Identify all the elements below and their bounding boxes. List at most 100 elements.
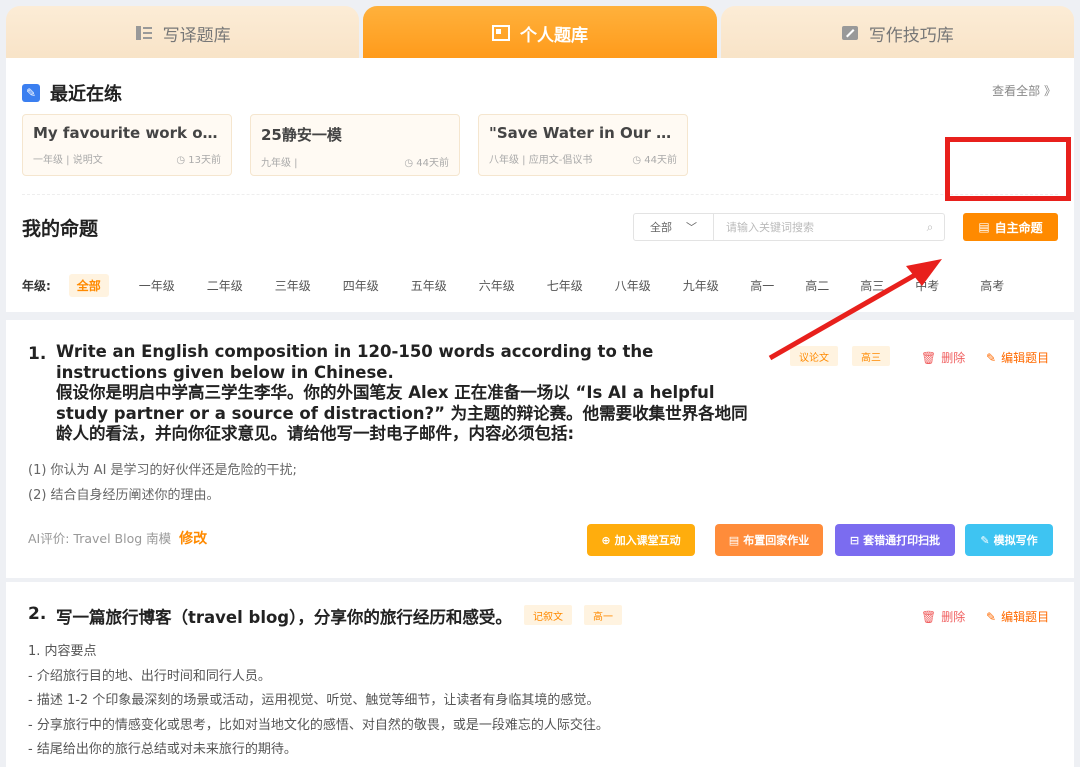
grade-6[interactable]: 六年级 [463, 274, 531, 297]
self-create-button[interactable]: ▤ 自主命题 [963, 213, 1058, 241]
btn-label: 套错通打印扫批 [863, 534, 941, 547]
question-number: 1. [28, 344, 47, 364]
clock-icon: ◷ [176, 155, 189, 166]
grade-senior-2[interactable]: 高二 [790, 274, 845, 297]
card-meta: 八年级 | 应用文-倡议书 [489, 155, 593, 166]
grade-2[interactable]: 二年级 [191, 274, 259, 297]
grade-label: 年级: [22, 279, 51, 293]
genre-tag: 记叙文 [524, 605, 572, 625]
genre-tag: 议论文 [790, 346, 838, 366]
question-title: 写一篇旅行博客（travel blog），分享你的旅行经历和感受。 [56, 608, 512, 627]
search-bar: 全部 ﹀ 请输入关键词搜索 ⌕ [633, 213, 945, 241]
requirement-line: 1. 内容要点 [28, 644, 97, 659]
tab-skills-bank[interactable]: 写作技巧库 [720, 6, 1074, 60]
delete-button[interactable]: 🗑 删除 [921, 349, 965, 366]
card-meta: 九年级 | [261, 158, 298, 169]
pencil-card-icon [841, 26, 858, 40]
view-all-link[interactable]: 查看全部 》 [992, 82, 1056, 99]
recent-card[interactable]: 25静安一模 九年级 | ◷ 44天前 [250, 114, 460, 176]
question-requirements: 1. 内容要点 - 介绍旅行目的地、出行时间和同行人员。 - 描述 1-2 个印… [28, 640, 609, 763]
ai-eval-label: AI评价: Travel Blog 南模 [28, 531, 172, 546]
edit-icon: ✎ [986, 609, 997, 624]
pen-icon: ✎ [22, 84, 40, 102]
question-number: 2. [28, 604, 47, 624]
grade-9[interactable]: 九年级 [667, 274, 735, 297]
trash-icon: 🗑 [921, 350, 937, 365]
grade-senior-3[interactable]: 高三 [845, 274, 900, 297]
tab-label: 写作技巧库 [868, 25, 954, 46]
recent-title: 最近在练 [50, 84, 122, 105]
add-to-class-button[interactable]: ⊕ 加入课堂互动 [587, 524, 695, 556]
grade-tag: 高一 [584, 605, 622, 625]
divider [22, 194, 1058, 195]
tab-label: 个人题库 [519, 25, 588, 46]
requirement-line: (1) 你认为 AI 是学习的好伙伴还是危险的干扰; [28, 463, 297, 478]
delete-button[interactable]: 🗑 删除 [921, 608, 965, 625]
document-icon: ▤ [978, 220, 990, 234]
recent-card[interactable]: My favourite work of ... 一年级 | 说明文 ◷ 13天前 [22, 114, 232, 176]
question-text-cn: 假设你是明启中学高三学生李华。你的外国笔友 Alex 正在准备一场以 “Is A… [56, 383, 748, 443]
edit-question-button[interactable]: ✎ 编辑题目 [986, 608, 1049, 625]
delete-label: 删除 [941, 610, 966, 624]
edit-icon: ✎ [986, 350, 997, 365]
grade-all[interactable]: 全部 [68, 274, 109, 297]
annotation-highlight-box [945, 137, 1071, 201]
recent-card[interactable]: "Save Water in Our C... 八年级 | 应用文-倡议书 ◷ 4… [478, 114, 688, 176]
grade-zhongkao[interactable]: 中考 [900, 274, 955, 297]
ai-fix-link[interactable]: 修改 [179, 528, 207, 548]
tab-label: 写译题库 [162, 25, 231, 46]
my-topics-title: 我的命题 [22, 218, 99, 240]
grade-5[interactable]: 五年级 [395, 274, 463, 297]
filter-value: 全部 [650, 221, 672, 234]
edit-question-button[interactable]: ✎ 编辑题目 [986, 349, 1049, 366]
requirement-line: - 分享旅行中的情感变化或思考，比如对当地文化的感悟、对自然的敬畏，或是一段难忘… [28, 717, 609, 733]
requirement-line: (2) 结合自身经历阐述你的理由。 [28, 488, 220, 503]
grade-senior-1[interactable]: 高一 [735, 274, 790, 297]
grade-3[interactable]: 三年级 [259, 274, 327, 297]
tab-writing-bank[interactable]: 写译题库 [6, 6, 360, 60]
grade-1[interactable]: 一年级 [123, 274, 191, 297]
tab-personal-bank[interactable]: 个人题库 [363, 6, 717, 60]
question-text: Write an English composition in 120-150 … [56, 342, 762, 445]
requirement-line: - 结尾给出你的旅行总结或对未来旅行的期待。 [28, 742, 297, 757]
recent-header: ✎ 最近在练 [22, 80, 122, 106]
scan-icon: ⊟ [849, 533, 860, 547]
delete-label: 删除 [941, 351, 966, 365]
chevron-down-icon: ﹀ [686, 221, 697, 234]
print-scan-button[interactable]: ⊟ 套错通打印扫批 [835, 524, 955, 556]
grade-8[interactable]: 八年级 [599, 274, 667, 297]
card-meta: 一年级 | 说明文 [33, 155, 103, 166]
ai-evaluation: AI评价: Travel Blog 南模 修改 [28, 528, 207, 548]
book-list-icon [135, 26, 152, 40]
card-title: My favourite work of ... [33, 124, 221, 142]
btn-label: 加入课堂互动 [614, 534, 681, 547]
question-text-en: Write an English composition in 120-150 … [56, 342, 654, 382]
grade-4[interactable]: 四年级 [327, 274, 395, 297]
clock-icon: ◷ [404, 158, 417, 169]
grade-7[interactable]: 七年级 [531, 274, 599, 297]
type-filter-select[interactable]: 全部 ﹀ [634, 214, 714, 240]
card-title: 25静安一模 [261, 126, 342, 144]
grade-gaokao[interactable]: 高考 [955, 274, 1030, 297]
card-time: 44天前 [644, 155, 677, 166]
assign-homework-button[interactable]: ▤ 布置回家作业 [715, 524, 823, 556]
search-icon[interactable]: ⌕ [916, 220, 944, 235]
requirement-line: - 描述 1-2 个印象最深刻的场景或活动，运用视觉、听觉、触觉等细节，让读者有… [28, 693, 600, 708]
image-frame-icon [491, 25, 510, 41]
trash-icon: 🗑 [921, 609, 937, 624]
question-card: 2. 写一篇旅行博客（travel blog），分享你的旅行经历和感受。 记叙文… [6, 582, 1074, 767]
mock-writing-button[interactable]: ✎ 模拟写作 [965, 524, 1053, 556]
card-time: 44天前 [416, 158, 449, 169]
recent-cards: My favourite work of ... 一年级 | 说明文 ◷ 13天前… [22, 114, 688, 176]
question-requirements: (1) 你认为 AI 是学习的好伙伴还是危险的干扰; (2) 结合自身经历阐述你… [28, 458, 297, 508]
grade-tag: 高三 [852, 346, 890, 366]
requirement-line: - 介绍旅行目的地、出行时间和同行人员。 [28, 668, 271, 684]
clipboard-icon: ▤ [728, 533, 740, 547]
tab-bar: 写译题库 个人题库 写作技巧库 [6, 6, 1074, 60]
card-title: "Save Water in Our C... [489, 124, 677, 142]
pen-icon: ✎ [980, 533, 990, 547]
grade-filter: 年级: 全部 一年级 二年级 三年级 四年级 五年级 六年级 七年级 八年级 九… [22, 274, 1030, 297]
search-input[interactable]: 请输入关键词搜索 [714, 219, 916, 235]
clock-icon: ◷ [632, 155, 645, 166]
edit-label: 编辑题目 [1001, 351, 1050, 365]
